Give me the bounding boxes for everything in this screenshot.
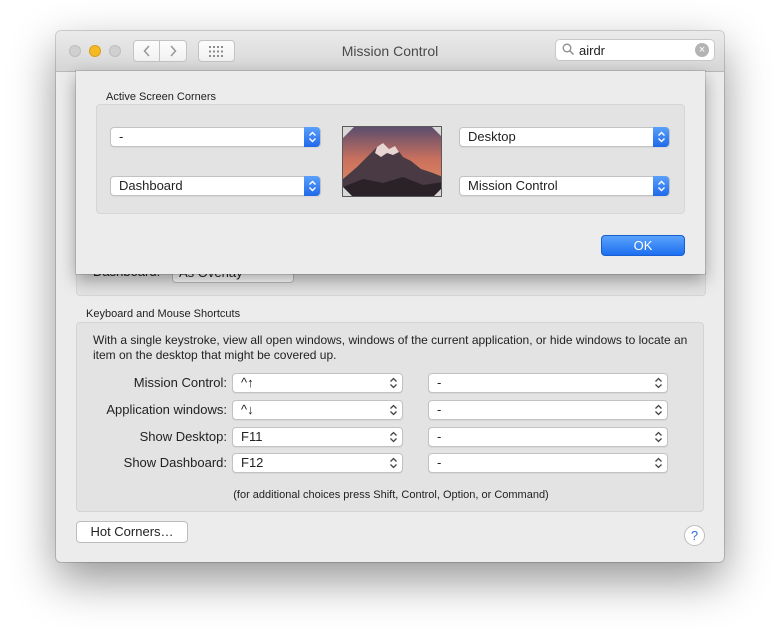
sheet-section-label: Active Screen Corners	[106, 91, 217, 103]
corners-group: - Dashboard Desktop Mission Control	[96, 104, 685, 214]
popup-arrows-icon	[655, 404, 662, 416]
ok-button[interactable]: OK	[601, 235, 685, 256]
popup-arrows-icon	[655, 377, 662, 389]
popup-value: F11	[241, 429, 263, 444]
forward-button[interactable]	[160, 40, 187, 62]
back-button[interactable]	[133, 40, 160, 62]
shortcut-row-mission-control: Mission Control: ^↑ -	[77, 373, 705, 393]
top-left-corner-popup[interactable]: -	[110, 127, 321, 147]
shortcuts-group: With a single keystroke, view all open w…	[76, 322, 704, 512]
shortcuts-description: With a single keystroke, view all open w…	[93, 333, 688, 362]
zoom-window-button[interactable]	[109, 45, 121, 57]
popup-arrows-icon	[304, 176, 320, 196]
chevron-left-icon	[142, 45, 150, 57]
popup-value: -	[437, 429, 442, 444]
keyboard-shortcut-popup[interactable]: ^↓	[232, 400, 403, 420]
mountain-wallpaper-icon	[343, 127, 441, 196]
grid-icon	[209, 45, 223, 57]
hot-corners-button[interactable]: Hot Corners…	[76, 521, 188, 543]
shortcuts-note: (for additional choices press Shift, Con…	[233, 489, 549, 501]
popup-value: Dashboard	[119, 178, 183, 193]
mouse-shortcut-popup[interactable]: -	[428, 453, 668, 473]
popup-value: -	[119, 129, 124, 144]
popup-arrows-icon	[304, 127, 320, 147]
shortcut-row-show-dashboard: Show Dashboard: F12 -	[77, 453, 705, 473]
show-all-button[interactable]	[198, 40, 235, 62]
shortcut-row-show-desktop: Show Desktop: F11 -	[77, 427, 705, 447]
chevron-right-icon	[170, 45, 177, 57]
mouse-shortcut-popup[interactable]: -	[428, 427, 668, 447]
search-field[interactable]: airdr ×	[555, 39, 715, 61]
mouse-shortcut-popup[interactable]: -	[428, 400, 668, 420]
popup-value: ^↑	[241, 375, 254, 390]
shortcut-label: Show Dashboard:	[123, 455, 227, 470]
shortcut-label: Show Desktop:	[139, 429, 227, 444]
window-title: Mission Control	[341, 43, 439, 59]
search-input[interactable]: airdr	[579, 43, 605, 58]
popup-arrows-icon	[390, 457, 397, 469]
popup-value: Desktop	[468, 129, 516, 144]
close-window-button[interactable]	[69, 45, 81, 57]
shortcut-label: Application windows:	[106, 402, 227, 417]
popup-value: -	[437, 375, 442, 390]
minimize-window-button[interactable]	[89, 45, 101, 57]
popup-value: ^↓	[241, 402, 254, 417]
search-icon	[562, 43, 574, 55]
bottom-right-corner-popup[interactable]: Mission Control	[459, 176, 670, 196]
popup-arrows-icon	[390, 404, 397, 416]
popup-value: F12	[241, 455, 264, 470]
keyboard-shortcut-popup[interactable]: ^↑	[232, 373, 403, 393]
clear-search-icon[interactable]: ×	[695, 43, 709, 57]
popup-arrows-icon	[653, 127, 669, 147]
top-right-corner-popup[interactable]: Desktop	[459, 127, 670, 147]
keyboard-shortcut-popup[interactable]: F12	[232, 453, 403, 473]
bottom-left-corner-popup[interactable]: Dashboard	[110, 176, 321, 196]
popup-arrows-icon	[653, 176, 669, 196]
help-button[interactable]: ?	[684, 525, 705, 546]
popup-arrows-icon	[655, 431, 662, 443]
popup-value: -	[437, 402, 442, 417]
shortcut-row-application-windows: Application windows: ^↓ -	[77, 400, 705, 420]
mouse-shortcut-popup[interactable]: -	[428, 373, 668, 393]
popup-arrows-icon	[390, 377, 397, 389]
popup-value: Mission Control	[468, 178, 558, 193]
shortcuts-section-label: Keyboard and Mouse Shortcuts	[86, 308, 241, 320]
keyboard-shortcut-popup[interactable]: F11	[232, 427, 403, 447]
active-screen-corners-sheet: Active Screen Corners - Dashboard Deskto…	[76, 71, 705, 274]
popup-value: -	[437, 455, 442, 470]
title-bar: Mission Control airdr ×	[56, 31, 724, 72]
dashboard-row: Dashboard: As Overlay	[76, 263, 706, 296]
desktop-preview-image	[342, 126, 442, 197]
popup-arrows-icon	[390, 431, 397, 443]
shortcut-label: Mission Control:	[133, 375, 227, 390]
popup-arrows-icon	[655, 457, 662, 469]
